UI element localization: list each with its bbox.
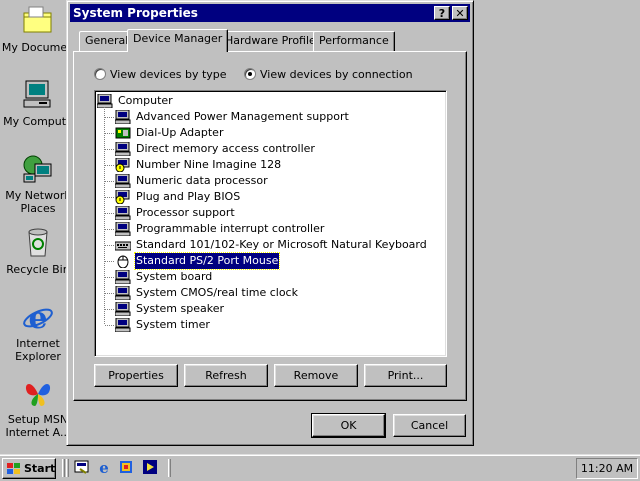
taskbar-divider: [66, 459, 69, 477]
system-properties-window: System Properties ? ✕ General Device Man…: [66, 0, 474, 446]
network-icon: [21, 152, 55, 186]
help-icon: ?: [438, 7, 446, 20]
desktop-icon-label: My Compute: [3, 115, 73, 128]
svg-text:e: e: [28, 301, 47, 334]
computer-icon: [21, 78, 55, 112]
ok-button[interactable]: OK: [311, 413, 386, 438]
clock: 11:20 AM: [580, 462, 634, 475]
title-bar[interactable]: System Properties ? ✕: [70, 4, 470, 22]
desktop-icon-setup-msn[interactable]: Setup MSN Internet A...: [0, 376, 76, 439]
desktop-icon-internet-explorer[interactable]: e Internet Explorer: [0, 300, 76, 363]
desktop-icon-label: Internet Explorer: [15, 337, 61, 363]
tab-performance[interactable]: Performance: [313, 31, 395, 51]
taskbar-divider: [62, 459, 65, 477]
cancel-button[interactable]: Cancel: [393, 414, 466, 437]
desktop-icon-my-documents[interactable]: My Documen: [0, 4, 76, 54]
recycle-bin-icon: [21, 226, 55, 260]
desktop-icon-label: My Network Places: [5, 189, 71, 215]
tab-device-manager[interactable]: Device Manager: [127, 29, 229, 52]
desktop-icon-label: My Documen: [1, 41, 75, 54]
tab-hardware-profiles[interactable]: Hardware Profiles: [219, 31, 328, 51]
show-desktop-icon[interactable]: [74, 459, 90, 475]
desktop-icon-recycle-bin[interactable]: Recycle Bin: [0, 226, 76, 276]
desktop: My Documen My Compute My Network Places: [0, 0, 640, 454]
desktop-icon-label: Setup MSN Internet A...: [5, 413, 71, 439]
close-button[interactable]: ✕: [452, 6, 468, 20]
help-button[interactable]: ?: [434, 6, 450, 20]
window-title: System Properties: [73, 6, 198, 20]
svg-text:e: e: [99, 459, 109, 475]
channels-icon[interactable]: [118, 459, 134, 475]
device-manager-panel: [73, 51, 467, 401]
media-player-icon[interactable]: [142, 459, 158, 475]
start-button[interactable]: Start: [2, 458, 56, 479]
desktop-icon-my-computer[interactable]: My Compute: [0, 78, 76, 128]
msn-butterfly-icon: [21, 376, 55, 410]
taskbar-divider: [168, 459, 171, 477]
desktop-icon-label: Recycle Bin: [6, 263, 70, 276]
ie-quicklaunch-icon[interactable]: e: [96, 459, 112, 477]
windows-logo-icon: [7, 462, 21, 474]
system-tray[interactable]: 11:20 AM: [576, 458, 638, 479]
start-label: Start: [24, 462, 56, 475]
close-icon: ✕: [455, 7, 465, 20]
ie-icon: e: [21, 300, 55, 336]
taskbar: Start e 11:20 AM: [0, 454, 640, 480]
desktop-icon-my-network-places[interactable]: My Network Places: [0, 152, 76, 215]
folder-icon: [21, 4, 55, 38]
